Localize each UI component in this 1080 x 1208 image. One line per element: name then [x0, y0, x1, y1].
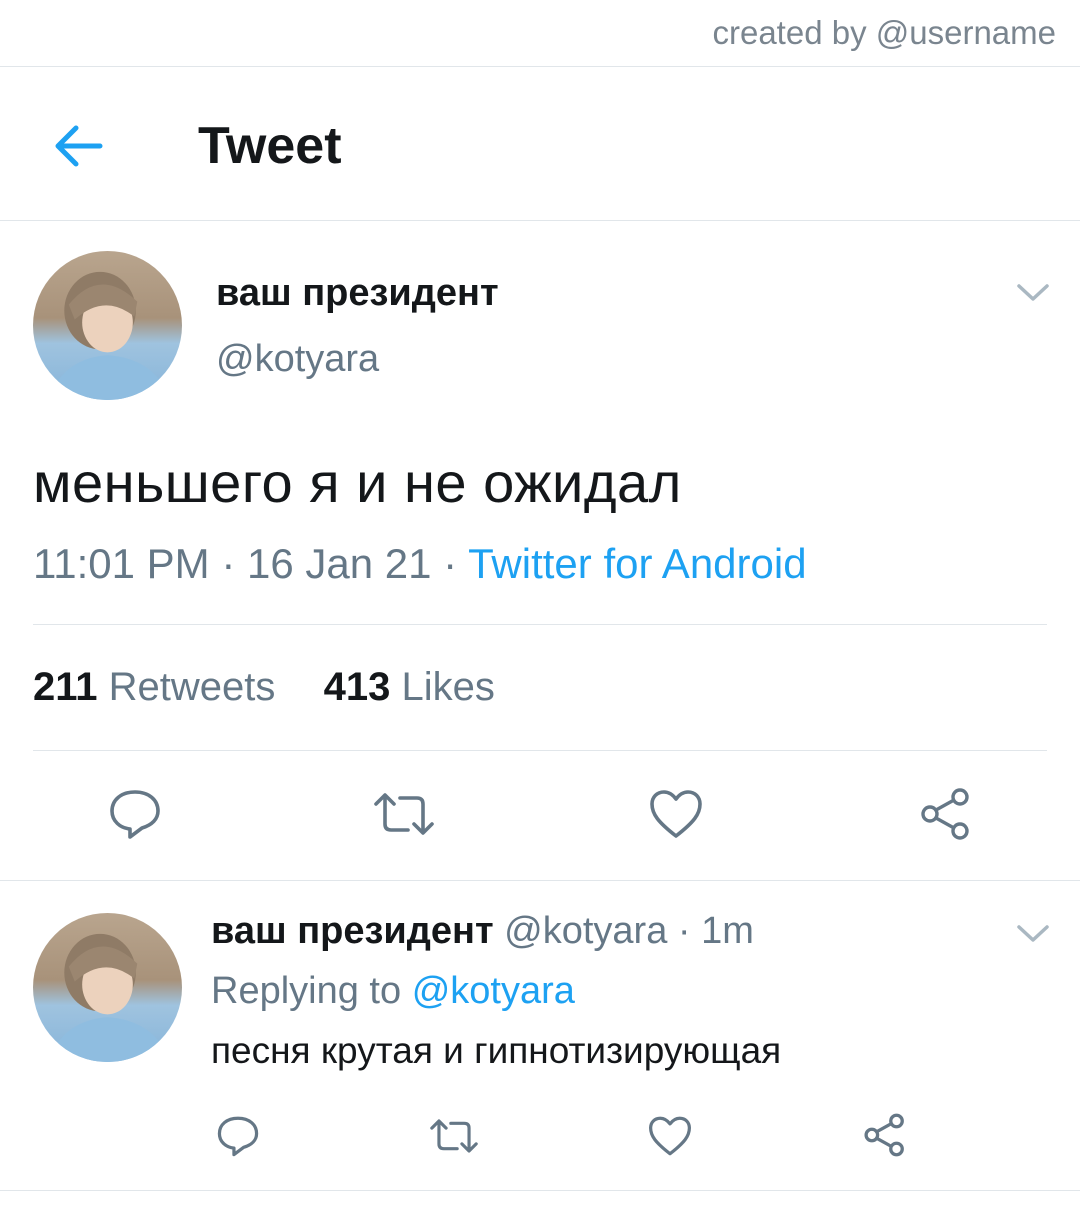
likes-stat[interactable]: 413 Likes	[324, 665, 495, 709]
avatar-image	[47, 271, 171, 400]
reply-button[interactable]	[108, 788, 162, 840]
reply-retweet-button[interactable]	[428, 1117, 480, 1155]
retweet-icon	[430, 1119, 478, 1153]
share-icon	[864, 1113, 904, 1157]
share-icon	[921, 788, 969, 840]
page-title: Tweet	[198, 117, 342, 175]
tweet-source-link[interactable]: Twitter for Android	[468, 540, 806, 587]
reply-like-button[interactable]	[647, 1115, 693, 1157]
meta-separator: ·	[221, 540, 236, 587]
reply-icon	[110, 790, 160, 839]
reply-age: · 1m	[677, 910, 754, 952]
tweet-handle[interactable]: @kotyara	[216, 338, 379, 381]
avatar[interactable]	[33, 251, 182, 400]
tweet-stats: 211 Retweets 413 Likes	[33, 665, 495, 710]
reply-handle[interactable]: @kotyara	[504, 910, 667, 952]
reply-reply-button[interactable]	[216, 1115, 260, 1157]
reply-share-button[interactable]	[862, 1112, 908, 1158]
retweet-button[interactable]	[372, 790, 436, 838]
tweet-meta: 11:01 PM · 16 Jan 21 · Twitter for Andro…	[33, 540, 807, 588]
divider	[0, 1190, 1080, 1191]
likes-count: 413	[323, 665, 391, 709]
like-button[interactable]	[648, 788, 704, 840]
replying-to: Replying to @kotyara	[211, 970, 575, 1013]
reply-menu-button[interactable]	[1016, 923, 1050, 945]
arrow-left-icon	[55, 125, 103, 167]
retweets-count: 211	[33, 665, 98, 709]
divider	[0, 220, 1080, 221]
retweets-stat[interactable]: 211 Retweets	[33, 665, 275, 709]
replying-to-label: Replying to	[211, 970, 402, 1012]
like-icon	[650, 790, 702, 838]
reply-header: ваш президент @kotyara · 1m	[211, 910, 754, 953]
share-button[interactable]	[918, 786, 974, 842]
chevron-down-icon	[1017, 925, 1049, 942]
like-icon	[649, 1116, 691, 1156]
back-button[interactable]	[52, 122, 104, 170]
reply-icon	[217, 1116, 259, 1157]
tweet-time: 11:01 PM	[33, 540, 210, 587]
chevron-down-icon	[1017, 284, 1049, 301]
avatar[interactable]	[33, 913, 182, 1062]
retweet-icon	[374, 793, 434, 835]
retweets-label: Retweets	[108, 665, 276, 709]
tweet-menu-button[interactable]	[1016, 282, 1050, 304]
meta-separator: ·	[443, 540, 458, 587]
likes-label: Likes	[401, 665, 495, 709]
tweet-date: 16 Jan 21	[247, 540, 432, 587]
watermark-credit: created by @username	[712, 14, 1056, 51]
divider	[0, 880, 1080, 881]
tweet-display-name[interactable]: ваш президент	[216, 272, 499, 315]
divider	[33, 750, 1047, 751]
avatar-image	[47, 933, 171, 1062]
reply-text: песня крутая и гипнотизирующая	[211, 1030, 782, 1071]
divider	[33, 624, 1047, 625]
replying-to-handle-link[interactable]: @kotyara	[412, 970, 575, 1012]
divider	[0, 66, 1080, 67]
reply-display-name[interactable]: ваш президент	[211, 910, 494, 952]
tweet-text: меньшего я и не ожидал	[33, 451, 682, 514]
